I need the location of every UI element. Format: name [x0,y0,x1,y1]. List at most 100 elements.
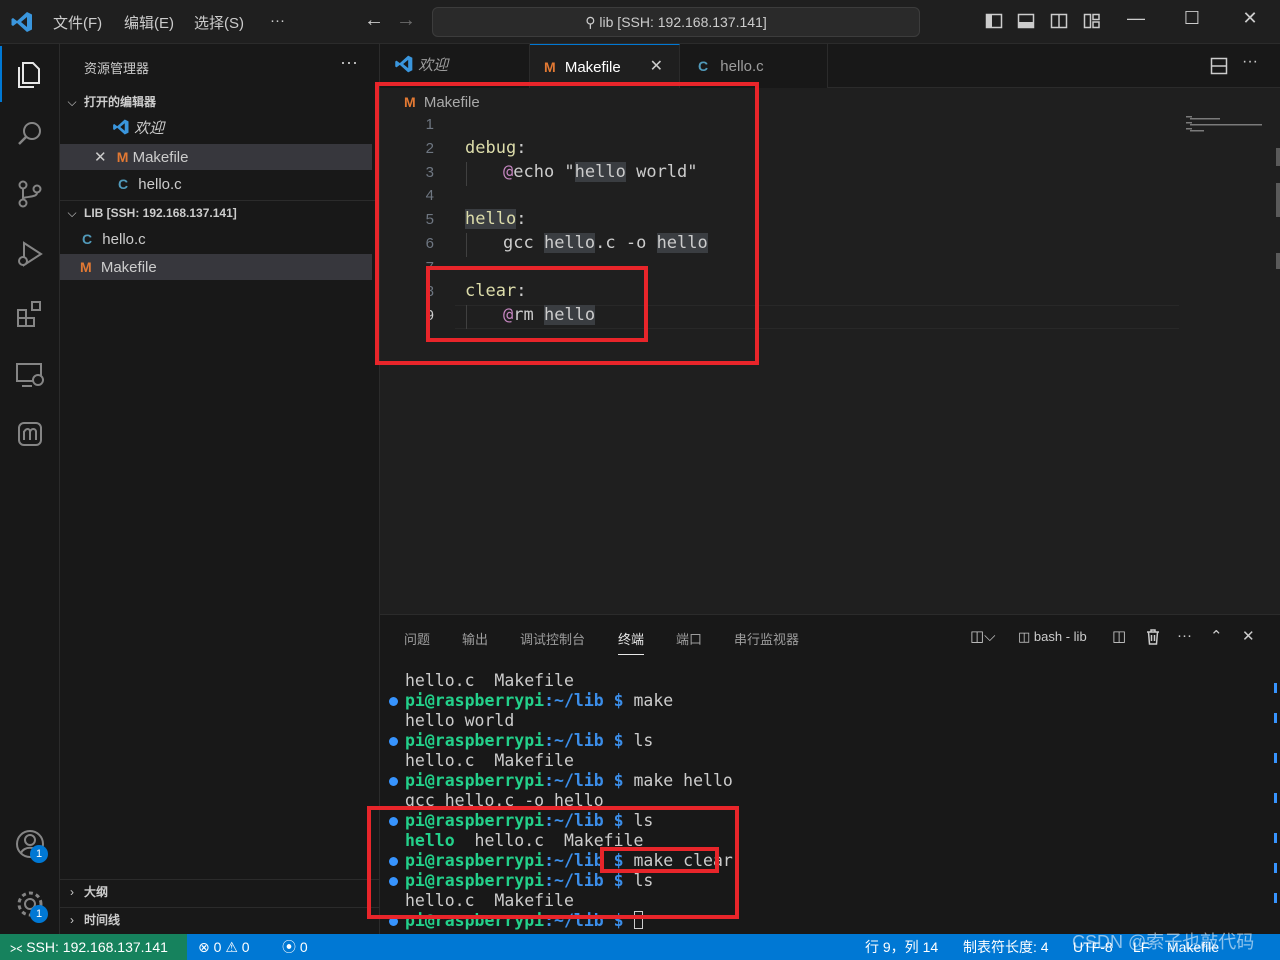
cursor-position[interactable]: 行 9，列 14 [865,934,938,960]
activity-bar: 1 1 [0,44,60,934]
source-control-activity[interactable] [0,166,60,222]
trash-icon[interactable] [1145,628,1161,646]
annotation-box-clear-target [426,266,648,342]
accounts-activity[interactable]: 1 [0,816,60,872]
command-center[interactable]: ⚲ lib [SSH: 192.168.137.141] [432,7,920,37]
command-text: ls [633,731,654,750]
command-decoration-dot[interactable] [389,777,398,786]
manage-activity[interactable]: 1 [0,876,60,932]
maximize-panel-icon[interactable]: ⌃ [1210,627,1223,645]
open-editor-label: hello.c [138,176,182,193]
terminal-command-line: pi@raspberrypi:~/lib $ ls [405,731,653,751]
outline-header[interactable]: › 大纲 [60,879,380,903]
folder-label: LIB [SSH: 192.168.137.141] [84,206,237,220]
prompt-path: :~/lib $ [544,731,624,750]
explorer-activity[interactable] [0,46,60,102]
platformio-activity[interactable] [0,406,60,462]
ports-status[interactable]: ⦿ 0 [282,934,308,960]
settings-badge: 1 [30,905,48,923]
remote-label: SSH: 192.168.137.141 [26,939,168,955]
explorer-sidebar: 资源管理器 ··· ⌵ 打开的编辑器 欢迎 ✕ M Makefile C hell… [60,44,380,934]
tab-problems[interactable]: 问题 [404,629,430,648]
command-decoration-dot[interactable] [389,737,398,746]
open-editors-label: 打开的编辑器 [84,95,157,109]
tab-debug-console[interactable]: 调试控制台 [520,629,585,648]
toggle-sidebar-icon[interactable] [985,12,1003,30]
close-window-icon[interactable]: ✕ [1230,8,1270,29]
open-editor-welcome[interactable]: 欢迎 [60,116,372,142]
split-terminal-icon[interactable]: ◫ [1112,627,1126,645]
folder-header[interactable]: ⌵ LIB [SSH: 192.168.137.141] [60,200,380,224]
sidebar-more-button[interactable]: ··· [340,52,358,73]
extensions-activity[interactable] [0,286,60,342]
tab-size-status[interactable]: 制表符长度: 4 [963,934,1049,960]
terminal-icon: ◫ [1018,629,1031,644]
terminal-output-line: hello.c Makefile [405,671,574,690]
active-indicator [0,46,2,102]
maximize-icon[interactable]: ☐ [1172,8,1212,29]
customize-layout-icon[interactable] [1083,12,1101,30]
tab-ports[interactable]: 端口 [676,629,702,648]
extensions-icon [17,301,41,327]
toggle-secondary-sidebar-icon[interactable] [1050,12,1068,30]
terminal-scrollbar[interactable] [1266,667,1280,935]
terminal-command-line: pi@raspberrypi:~/lib $ make hello [405,771,733,791]
tab-output[interactable]: 输出 [462,629,488,648]
vscode-logo-icon [11,12,32,32]
menu-edit[interactable]: 编辑(E) [124,12,174,33]
prompt-path: :~/lib $ [544,691,624,710]
tab-serial-monitor[interactable]: 串行监视器 [734,629,799,648]
timeline-label: 时间线 [84,913,121,927]
open-editor-label: Makefile [132,149,189,166]
editor-scrollbar[interactable] [1266,88,1280,614]
panel-more-button[interactable]: ··· [1177,627,1192,644]
file-makefile[interactable]: M Makefile [60,254,372,280]
remote-indicator[interactable]: ⪥ SSH: 192.168.137.141 [0,934,187,960]
annotation-box-make-clear [600,847,719,873]
run-debug-activity[interactable] [0,226,60,282]
minimap[interactable] [1186,114,1262,144]
terminal-command-line: pi@raspberrypi:~/lib $ make [405,691,673,711]
command-text: make [633,691,674,710]
command-decoration-dot[interactable] [389,697,398,706]
prompt-user: pi@raspberrypi [405,731,545,750]
problems-status[interactable]: ⊗ 0 ⚠ 0 [198,934,250,960]
close-icon[interactable]: ✕ [94,149,107,166]
split-editor-icon[interactable] [1210,57,1228,75]
open-editor-makefile[interactable]: ✕ M Makefile [60,144,372,170]
file-hello-c[interactable]: C hello.c [60,226,372,252]
c-file-icon: C [698,58,709,74]
warning-icon: ⚠ [225,939,238,955]
ports-count: 0 [299,939,308,955]
open-editor-hello-c[interactable]: C hello.c [60,171,372,197]
terminal-output-line: hello.c Makefile [405,751,574,770]
tab-terminal[interactable]: 终端 [618,629,645,655]
vscode-icon [395,55,413,73]
prompt-user: pi@raspberrypi [405,691,545,710]
toggle-panel-icon[interactable] [1017,12,1035,30]
timeline-header[interactable]: › 时间线 [60,907,380,931]
makefile-icon: M [80,259,92,275]
editor-more-button[interactable]: ··· [1242,53,1258,71]
minimize-icon[interactable]: — [1116,8,1156,29]
makefile-icon: M [544,59,556,75]
sidebar-title: 资源管理器 [84,61,150,76]
search-activity[interactable] [0,106,60,162]
back-arrow-icon[interactable]: ← [364,9,384,32]
forward-arrow-icon[interactable]: → [396,9,416,32]
prompt-user: pi@raspberrypi [405,771,545,790]
c-file-icon: C [82,231,93,247]
error-icon: ⊗ [198,939,210,955]
new-terminal-dropdown[interactable]: ◫⌵ [970,627,996,645]
title-bar: 文件(F) 编辑(E) 选择(S) ··· ← → ⚲ lib [SSH: 19… [0,0,1280,44]
menu-selection[interactable]: 选择(S) [194,12,244,33]
tab-label: 欢迎 [418,57,449,74]
menu-more[interactable]: ··· [270,12,285,29]
open-editors-header[interactable]: ⌵ 打开的编辑器 [60,90,380,114]
close-panel-icon[interactable]: ✕ [1242,627,1255,645]
remote-explorer-activity[interactable] [0,346,60,402]
source-control-icon [18,180,42,208]
menu-file[interactable]: 文件(F) [53,12,102,33]
makefile-icon: M [116,149,129,165]
terminal-selector[interactable]: ◫ bash - lib [1018,629,1087,645]
